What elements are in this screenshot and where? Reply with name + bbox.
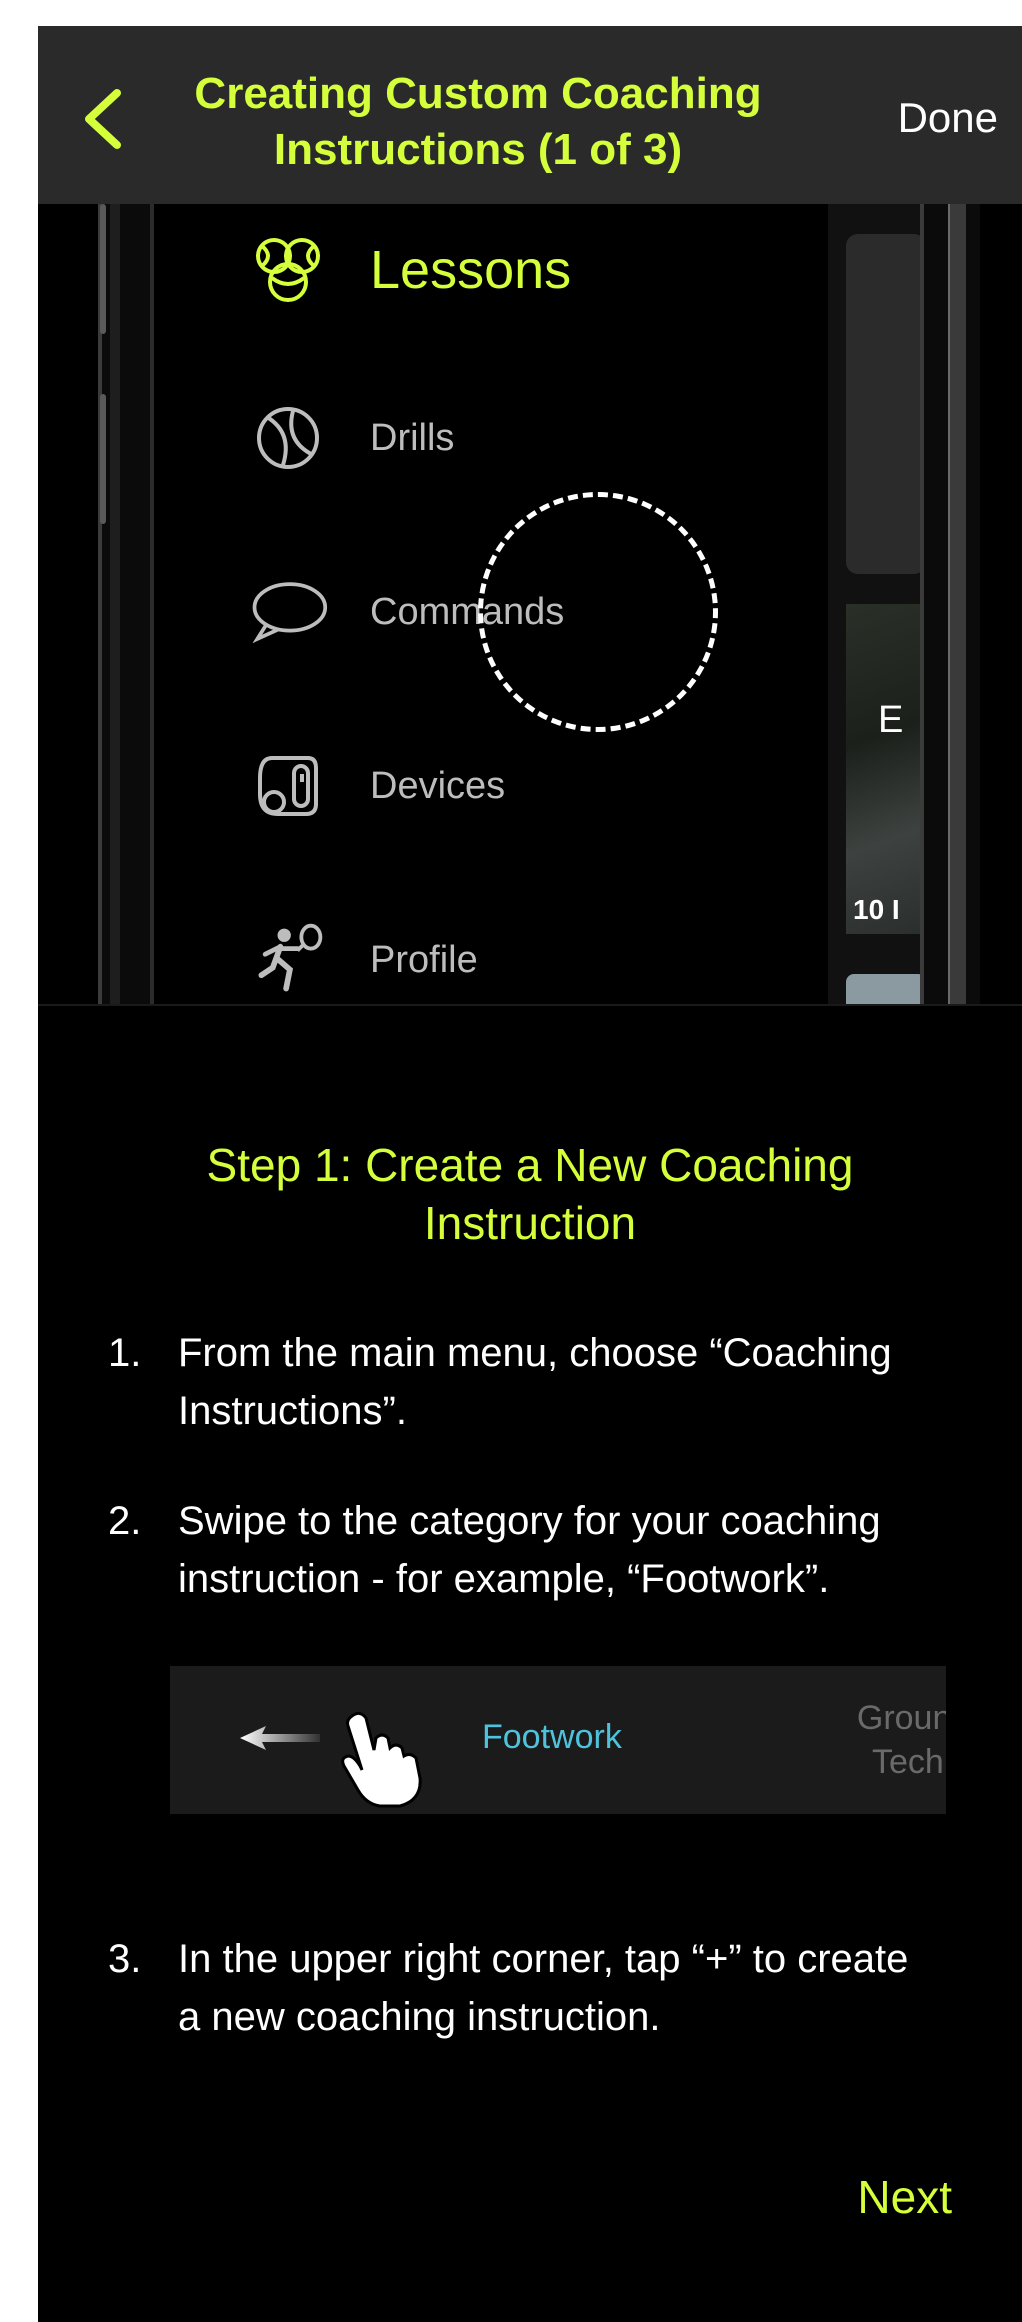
chevron-left-icon — [85, 89, 121, 149]
tap-highlight-circle — [478, 492, 718, 732]
menu-item-drills[interactable]: Drills — [248, 388, 454, 488]
instruction-text: In the upper right corner, tap “+” to cr… — [178, 1930, 998, 2046]
tennis-balls-icon — [248, 230, 328, 310]
phone-frame-left — [98, 204, 154, 1004]
menu-item-devices[interactable]: Devices — [248, 736, 505, 836]
arrow-left-icon — [240, 1726, 320, 1750]
menu-item-label: Lessons — [370, 240, 572, 300]
phone-side-button — [100, 394, 106, 524]
instruction-text-line: In the upper right corner, tap “+” to cr… — [178, 1937, 909, 1981]
ball-machine-icon — [248, 746, 328, 826]
menu-item-lessons[interactable]: Lessons — [248, 220, 571, 320]
divider — [38, 1004, 1022, 1006]
menu-item-label: Devices — [370, 764, 506, 807]
content-card — [846, 974, 926, 1004]
back-button[interactable] — [68, 84, 138, 154]
page-title: Creating Custom Coaching Instructions (1… — [188, 66, 768, 178]
instruction-text-line: Instructions”. — [178, 1389, 407, 1433]
category-next-line: Techni — [872, 1743, 946, 1781]
done-button[interactable]: Done — [898, 94, 998, 142]
instruction-number: 3. — [108, 1937, 142, 1981]
step-title: Step 1: Create a New Coaching Instructio… — [138, 1136, 922, 1252]
instruction-item: 2. Swipe to the category for your coachi… — [108, 1492, 998, 1608]
instruction-text-line: instruction - for example, “Footwork”. — [178, 1557, 830, 1601]
player-racket-icon — [248, 920, 328, 1000]
instruction-text-line: Swipe to the category for your coaching — [178, 1499, 881, 1543]
speech-bubble-icon — [248, 572, 328, 652]
side-menu: Lessons Drills Commands Devices Profile — [158, 204, 828, 1004]
instruction-number: 2. — [108, 1499, 142, 1543]
lesson-count-fragment: 10 I — [853, 894, 900, 925]
swipe-demo-image: Footwork Ground Techni — [170, 1666, 946, 1814]
instruction-number: 1. — [108, 1331, 142, 1375]
step-title-line2: Instruction — [423, 1197, 637, 1249]
next-button[interactable]: Next — [857, 2170, 952, 2224]
menu-item-label: Drills — [370, 416, 455, 459]
phone-side-button — [100, 204, 106, 334]
instruction-text-line: From the main menu, choose “Coaching — [178, 1331, 892, 1375]
lesson-title-fragment: E — [878, 699, 904, 741]
category-footwork: Footwork — [482, 1718, 622, 1756]
app-preview-image: Lessons Drills Commands Devices Profile … — [38, 204, 1022, 1004]
instruction-item: 1. From the main menu, choose “Coaching … — [108, 1324, 998, 1440]
instruction-text-line: a new coaching instruction. — [178, 1995, 661, 2039]
page-title-line1: Creating Custom Coaching — [194, 69, 762, 118]
main-content-peek: E 10 I — [828, 204, 928, 1004]
menu-item-profile[interactable]: Profile — [248, 910, 478, 1004]
page-title-line2: Instructions (1 of 3) — [273, 125, 683, 174]
tennis-ball-icon — [248, 398, 328, 478]
instruction-text: Swipe to the category for your coaching … — [178, 1492, 998, 1608]
category-next: Ground Techni — [838, 1696, 946, 1784]
category-next-line: Ground — [856, 1699, 946, 1737]
instruction-text: From the main menu, choose “Coaching Ins… — [178, 1324, 998, 1440]
app-screen: Creating Custom Coaching Instructions (1… — [38, 26, 1022, 2322]
swipe-hand-icon — [341, 1711, 422, 1808]
instruction-item: 3. In the upper right corner, tap “+” to… — [108, 1930, 998, 2046]
phone-frame-right — [920, 204, 980, 1004]
lesson-thumbnail — [846, 604, 926, 934]
nav-header: Creating Custom Coaching Instructions (1… — [38, 26, 1022, 204]
menu-item-label: Profile — [370, 938, 478, 981]
step-title-line1: Step 1: Create a New Coaching — [206, 1139, 854, 1191]
content-card — [846, 234, 926, 574]
